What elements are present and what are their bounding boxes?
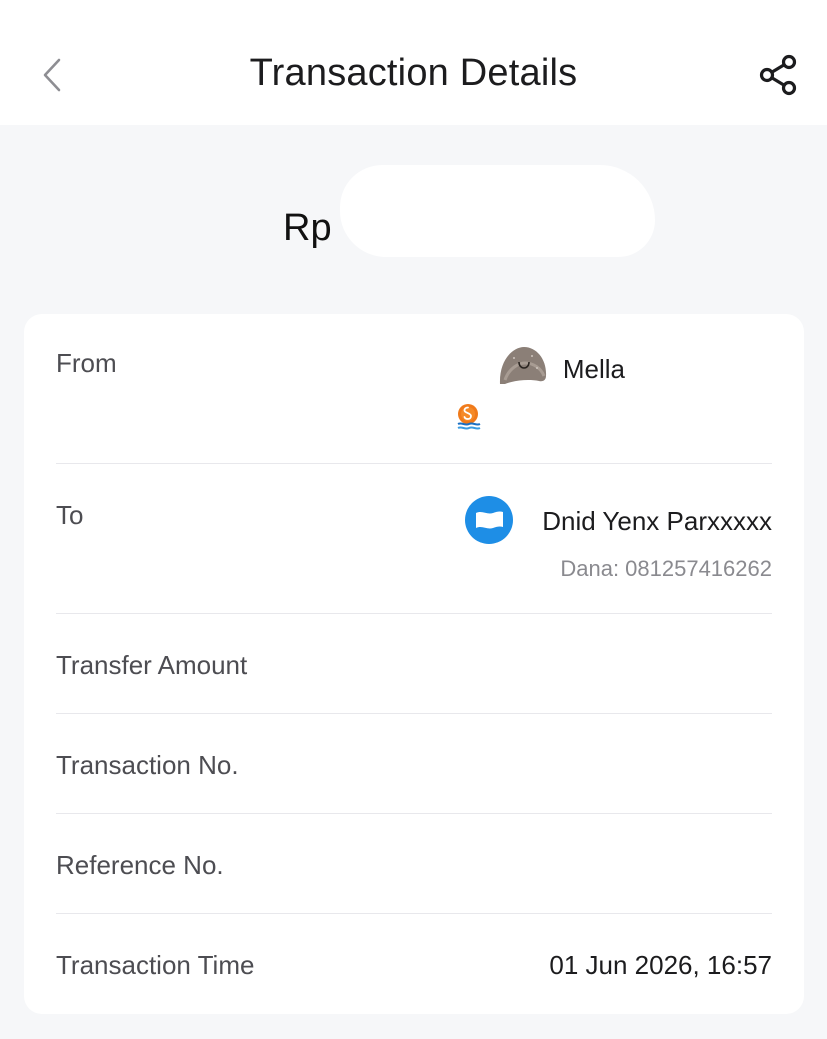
app-header: Transaction Details — [0, 0, 827, 125]
recipient-account: Dana: 081257416262 — [560, 556, 772, 581]
dana-wallet-icon — [465, 496, 513, 544]
bank-logo-icon — [457, 404, 481, 430]
amount-section: Rp — [0, 165, 827, 265]
recipient-name: Dnid Yenx Parxxxxx — [542, 506, 772, 536]
sender-avatar-icon — [499, 347, 547, 384]
transaction-no-label: Transaction No. — [56, 750, 239, 780]
from-row: From Mella — [56, 314, 772, 464]
share-button[interactable] — [752, 50, 806, 100]
reference-no-label: Reference No. — [56, 850, 224, 880]
amount-currency: Rp — [283, 207, 332, 249]
transaction-time-value: 01 Jun 2026, 16:57 — [549, 950, 772, 980]
to-row: To Dnid Yenx Parxxxxx Dana: 081257416262 — [56, 464, 772, 614]
to-label: To — [56, 500, 84, 530]
transaction-time-label: Transaction Time — [56, 950, 255, 980]
reference-no-row: Reference No. — [56, 814, 772, 914]
from-label: From — [56, 348, 117, 378]
transaction-details-card: From Mella To Dnid Yenx Parxxxxx Dana: 0… — [24, 314, 804, 1014]
transfer-amount-row: Transfer Amount — [56, 614, 772, 714]
sender-name: Mella — [562, 354, 625, 384]
page-title: Transaction Details — [249, 52, 578, 94]
transaction-no-row: Transaction No. — [56, 714, 772, 814]
transaction-time-row: Transaction Time 01 Jun 2026, 16:57 — [56, 914, 772, 1014]
transfer-amount-label: Transfer Amount — [56, 650, 248, 680]
amount-redaction-overlay — [390, 177, 650, 252]
share-icon — [759, 54, 797, 96]
